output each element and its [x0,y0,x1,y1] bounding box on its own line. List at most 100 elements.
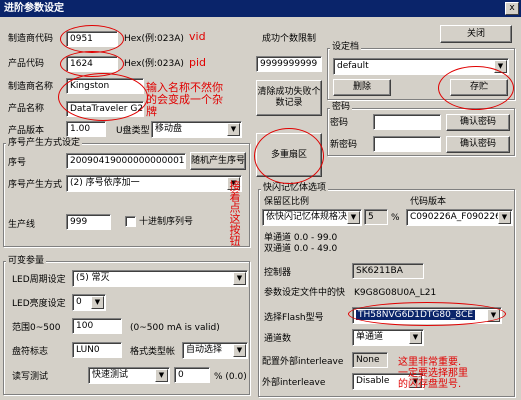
flash-group-title: 快闪记忆体选项 [261,183,329,194]
next-step-annotation: 接着点这按钮 [228,180,241,246]
serial-group-title: 序号产生方式设定 [6,138,83,149]
controller-label: 控制器 [264,268,292,278]
important-note-line3: 的闪存盘型号. [398,379,462,390]
code-version-label: 代码版本 [410,197,447,207]
serial-method-select[interactable]: (2) 序号依序加一 ▼ [66,175,242,192]
ext-interleave-value: Disable [356,376,390,386]
led-brightness-select[interactable]: 0 ▼ [72,294,106,311]
led-brightness-value: 0 [76,297,82,307]
reserve-value: 依快闪记忆体规格决定 [266,212,357,222]
serial-method-label: 序号产生方式 [8,180,63,190]
code-version-value: C090226A_F090226A [410,212,507,222]
channel-select[interactable]: 单通道 ▼ [352,329,424,346]
vid-annotation: vid [189,30,206,43]
name-note-line3: 牌 [146,105,157,118]
vid-highlight-ring [60,25,124,53]
ext-interleave-config-value: None [352,352,388,368]
rw-percent-input[interactable]: 0 [174,367,210,383]
dual-channel-range: 双通道 0.0 - 49.0 [264,244,338,254]
new-password-input[interactable] [373,136,441,152]
format-value: 自动选择 [186,345,223,355]
title-bar: 进阶参数设定 [0,0,521,17]
udisk-type-value: 移动盘 [155,124,183,134]
password-input[interactable] [373,114,441,130]
reserve-label: 保留区比例 [264,197,310,207]
format-label: 格式类型帐 [130,347,176,357]
channel-value: 单通道 [356,332,384,342]
percent-sign: % [391,213,400,223]
profile-value: default [337,61,369,71]
rw-percent-unit: % (0.0) [214,372,247,382]
line-label: 生产线 [8,220,36,230]
decimal-serial-label: 十进制序列号 [139,217,194,227]
chevron-down-icon[interactable]: ▼ [91,296,104,309]
success-limit-input[interactable]: 9999999999 [256,56,322,72]
window-title: 进阶参数设定 [4,3,64,14]
reserve-percent-input: 5 [364,209,388,225]
serial-method-value: (2) 序号依序加一 [70,178,140,188]
disk-flag-input[interactable]: LUN0 [72,342,122,358]
rw-test-value: 快速测试 [92,370,129,380]
confirm-password-button[interactable]: 确认密码 [446,114,510,131]
ext-interleave-label: 外部interleave [262,378,326,388]
password-group-title: 密码 [330,102,353,113]
controller-value: SK6211BA [352,263,424,279]
disk-flag-label: 盘符标志 [12,347,49,357]
led-cycle-select[interactable]: (5) 常灭 ▼ [72,270,248,287]
format-select[interactable]: 自动选择 ▼ [182,342,248,359]
chevron-down-icon[interactable]: ▼ [498,211,511,224]
success-limit-label: 成功个数限制 [262,34,317,44]
serial-input[interactable]: 20090419000000000001 [66,153,186,169]
range-hint: (0~500 mA is valid) [130,323,220,333]
ext-interleave-config-label: 配置外部interleave [262,357,344,367]
line-input[interactable]: 999 [66,214,111,230]
clear-count-button[interactable]: 清除成功失败个数记录 [256,80,322,116]
version-input[interactable]: 1.00 [66,121,106,137]
udisk-type-select[interactable]: 移动盘 ▼ [151,121,242,138]
save-highlight-ring [438,66,514,110]
channel-label: 通道数 [264,334,292,344]
pid-label: 产品代码 [8,59,45,69]
chevron-down-icon[interactable]: ▼ [155,369,168,382]
chevron-down-icon[interactable]: ▼ [227,123,240,136]
settings-group-title: 设定档 [330,42,362,53]
important-note-line1: 这里非常重要. [398,357,462,368]
new-password-label: 新密码 [330,140,358,150]
range-label: 范围0~500 [12,323,61,333]
chevron-down-icon[interactable]: ▼ [347,211,360,224]
password-label: 密码 [330,118,349,128]
flash-type-highlight-ring [348,302,506,326]
confirm-new-password-button[interactable]: 确认密码 [446,136,510,153]
chevron-down-icon[interactable]: ▼ [233,344,246,357]
product-label: 产品名称 [8,104,45,114]
reserve-select[interactable]: 依快闪记忆体规格决定 ▼ [262,209,362,226]
variable-group-title: 可变参量 [6,256,47,267]
important-note-line2: 一定要选择那里 [398,368,468,379]
name-highlight-ring [58,73,148,121]
led-brightness-label: LED亮度设定 [12,299,66,309]
chevron-down-icon[interactable]: ▼ [233,272,246,285]
version-label: 产品版本 [8,126,45,136]
name-note-line2: 的会变成一个杂 [146,93,223,106]
led-cycle-value: (5) 常灭 [76,273,110,283]
flash-type-label: 选择Flash型号 [264,313,324,323]
range-input[interactable]: 100 [72,318,122,334]
rw-test-label: 读写测试 [12,372,49,382]
pid-hint: Hex(例:023A) [124,59,184,69]
vendor-label: 制造商名称 [8,82,54,92]
partition-highlight-ring [254,128,324,184]
udisk-type-label: U盘类型 [116,126,150,136]
chevron-down-icon[interactable]: ▼ [409,331,422,344]
close-icon[interactable]: x [505,2,519,15]
rw-test-select[interactable]: 快速测试 ▼ [88,367,170,384]
code-version-select[interactable]: C090226A_F090226A ▼ [406,209,513,226]
vid-label: 制造商代码 [8,34,54,44]
vid-hint: Hex(例:023A) [124,34,184,44]
close-button[interactable]: 关闭 [440,25,512,43]
delete-profile-button[interactable]: 删除 [333,79,391,96]
random-serial-button[interactable]: 随机产生序号 [190,152,246,170]
serial-label: 序号 [8,158,27,168]
decimal-serial-checkbox[interactable] [125,216,136,227]
param-file-label: 参数设定文件中的快 [264,288,346,298]
param-file-value: K9G8G08U0A_L21 [354,288,437,298]
